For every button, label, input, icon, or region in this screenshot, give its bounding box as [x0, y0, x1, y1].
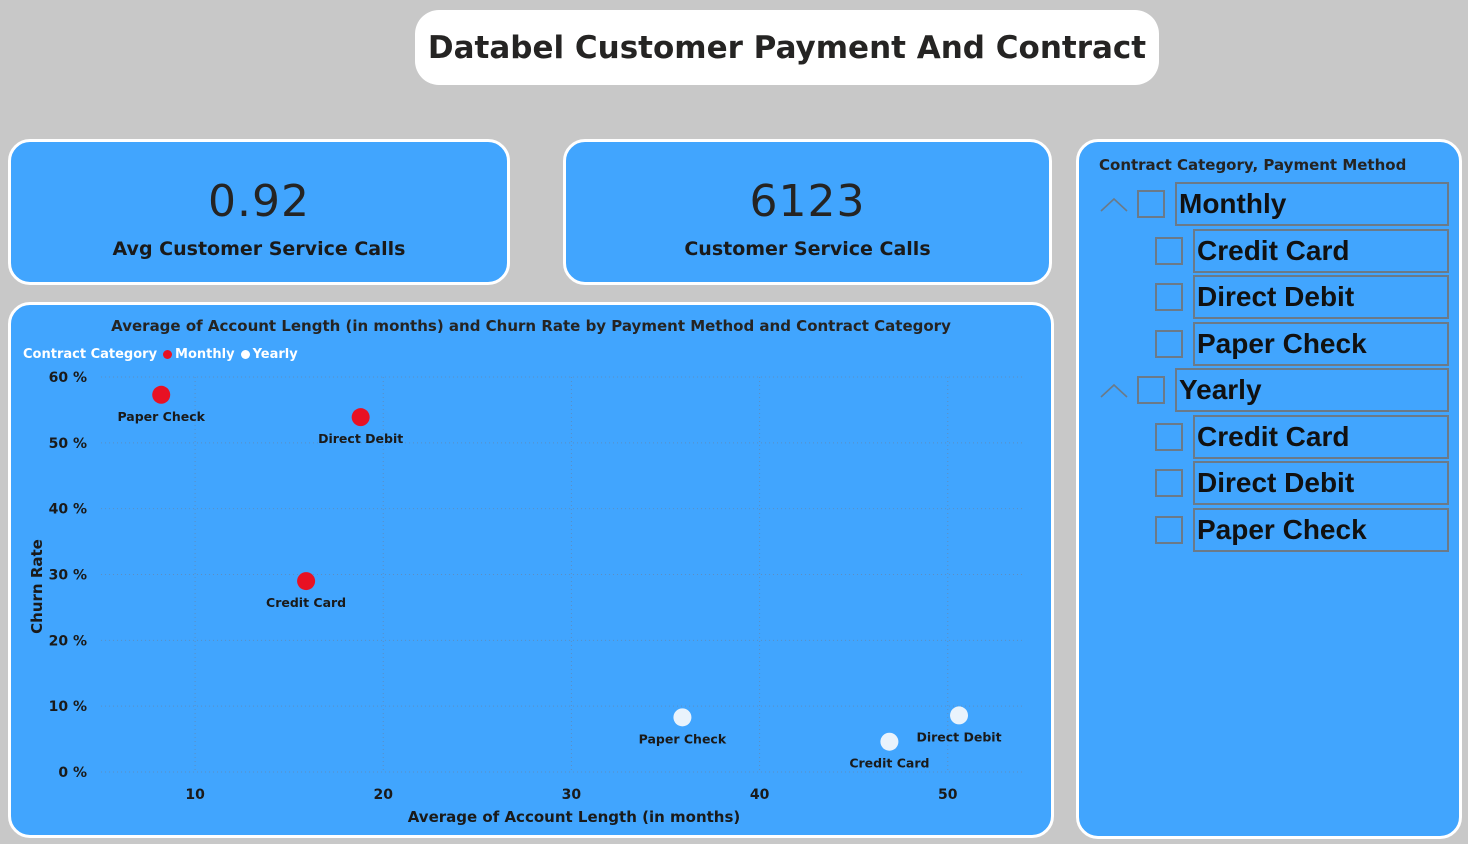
scatter-point-yearly[interactable]	[880, 732, 899, 751]
scatter-point-yearly[interactable]	[673, 708, 692, 727]
x-tick-label: 50	[938, 787, 958, 803]
slicer-item-monthly-paper-check[interactable]: Paper Check	[1155, 322, 1449, 366]
slicer-item-yearly-credit-card[interactable]: Credit Card	[1155, 415, 1449, 459]
data-label: Direct Debit	[318, 431, 403, 446]
x-tick-label: 20	[374, 787, 394, 803]
data-label: Credit Card	[266, 595, 346, 610]
checkbox-monthly-credit-card[interactable]	[1155, 237, 1183, 265]
slicer-label-yearly-direct-debit: Direct Debit	[1193, 461, 1449, 505]
y-tick-label: 50 %	[49, 436, 87, 452]
kpi-value-avg-calls: 0.92	[208, 176, 310, 227]
scatter-point-monthly[interactable]	[351, 408, 370, 427]
slicer-item-yearly-paper-check[interactable]: Paper Check	[1155, 508, 1449, 552]
page-title: Databel Customer Payment And Contract	[427, 29, 1147, 66]
slicer-label-monthly-credit-card: Credit Card	[1193, 229, 1449, 273]
slicer-label-monthly-direct-debit: Direct Debit	[1193, 275, 1449, 319]
checkbox-monthly-direct-debit[interactable]	[1155, 283, 1183, 311]
checkbox-yearly-credit-card[interactable]	[1155, 423, 1183, 451]
scatter-point-yearly[interactable]	[950, 706, 969, 725]
scatter-plot[interactable]: 0 %10 %20 %30 %40 %50 %60 %10 20 30 40 50Ave…	[11, 305, 1051, 835]
checkbox-monthly[interactable]	[1137, 190, 1165, 218]
page-title-box: Databel Customer Payment And Contract	[415, 10, 1159, 85]
y-axis-title: Churn Rate	[28, 539, 46, 634]
slicer-label-yearly-credit-card: Credit Card	[1193, 415, 1449, 459]
x-tick-label: 10	[185, 787, 205, 803]
checkbox-yearly-direct-debit[interactable]	[1155, 469, 1183, 497]
data-label: Direct Debit	[916, 729, 1001, 744]
x-tick-label: 40	[750, 787, 770, 803]
y-tick-label: 40 %	[49, 502, 87, 518]
y-tick-label: 60 %	[49, 370, 87, 386]
slicer-card: Contract Category, Payment Method Monthl…	[1076, 139, 1462, 839]
slicer-item-monthly-direct-debit[interactable]: Direct Debit	[1155, 275, 1449, 319]
checkbox-yearly[interactable]	[1137, 376, 1165, 404]
checkbox-yearly-paper-check[interactable]	[1155, 516, 1183, 544]
y-tick-label: 30 %	[49, 568, 87, 584]
x-axis-title: Average of Account Length (in months)	[408, 808, 741, 826]
kpi-card-total-calls[interactable]: 6123 Customer Service Calls	[563, 139, 1052, 285]
kpi-label-avg-calls: Avg Customer Service Calls	[112, 238, 406, 260]
scatter-chart-card[interactable]: Average of Account Length (in months) an…	[8, 302, 1054, 838]
x-tick-label: 30	[562, 787, 582, 803]
slicer-group-monthly[interactable]: Monthly	[1099, 182, 1449, 226]
scatter-point-monthly[interactable]	[297, 572, 316, 591]
slicer-label-yearly-paper-check: Paper Check	[1193, 508, 1449, 552]
chevron-up-icon[interactable]	[1099, 189, 1129, 219]
kpi-label-total-calls: Customer Service Calls	[684, 238, 931, 260]
slicer-header: Contract Category, Payment Method	[1099, 156, 1407, 174]
data-label: Paper Check	[639, 731, 727, 746]
slicer-label-monthly: Monthly	[1175, 182, 1449, 226]
y-tick-label: 0 %	[58, 765, 87, 781]
kpi-value-total-calls: 6123	[749, 176, 866, 227]
y-tick-label: 20 %	[49, 633, 87, 649]
checkbox-monthly-paper-check[interactable]	[1155, 330, 1183, 358]
scatter-point-monthly[interactable]	[152, 385, 171, 404]
slicer-item-monthly-credit-card[interactable]: Credit Card	[1155, 229, 1449, 273]
y-tick-label: 10 %	[49, 699, 87, 715]
slicer-item-yearly-direct-debit[interactable]: Direct Debit	[1155, 461, 1449, 505]
slicer-label-yearly: Yearly	[1175, 368, 1449, 412]
slicer-label-monthly-paper-check: Paper Check	[1193, 322, 1449, 366]
chevron-up-icon[interactable]	[1099, 375, 1129, 405]
data-label: Credit Card	[849, 756, 929, 771]
data-label: Paper Check	[117, 409, 205, 424]
kpi-card-avg-calls[interactable]: 0.92 Avg Customer Service Calls	[8, 139, 510, 285]
slicer-group-yearly[interactable]: Yearly	[1099, 368, 1449, 412]
